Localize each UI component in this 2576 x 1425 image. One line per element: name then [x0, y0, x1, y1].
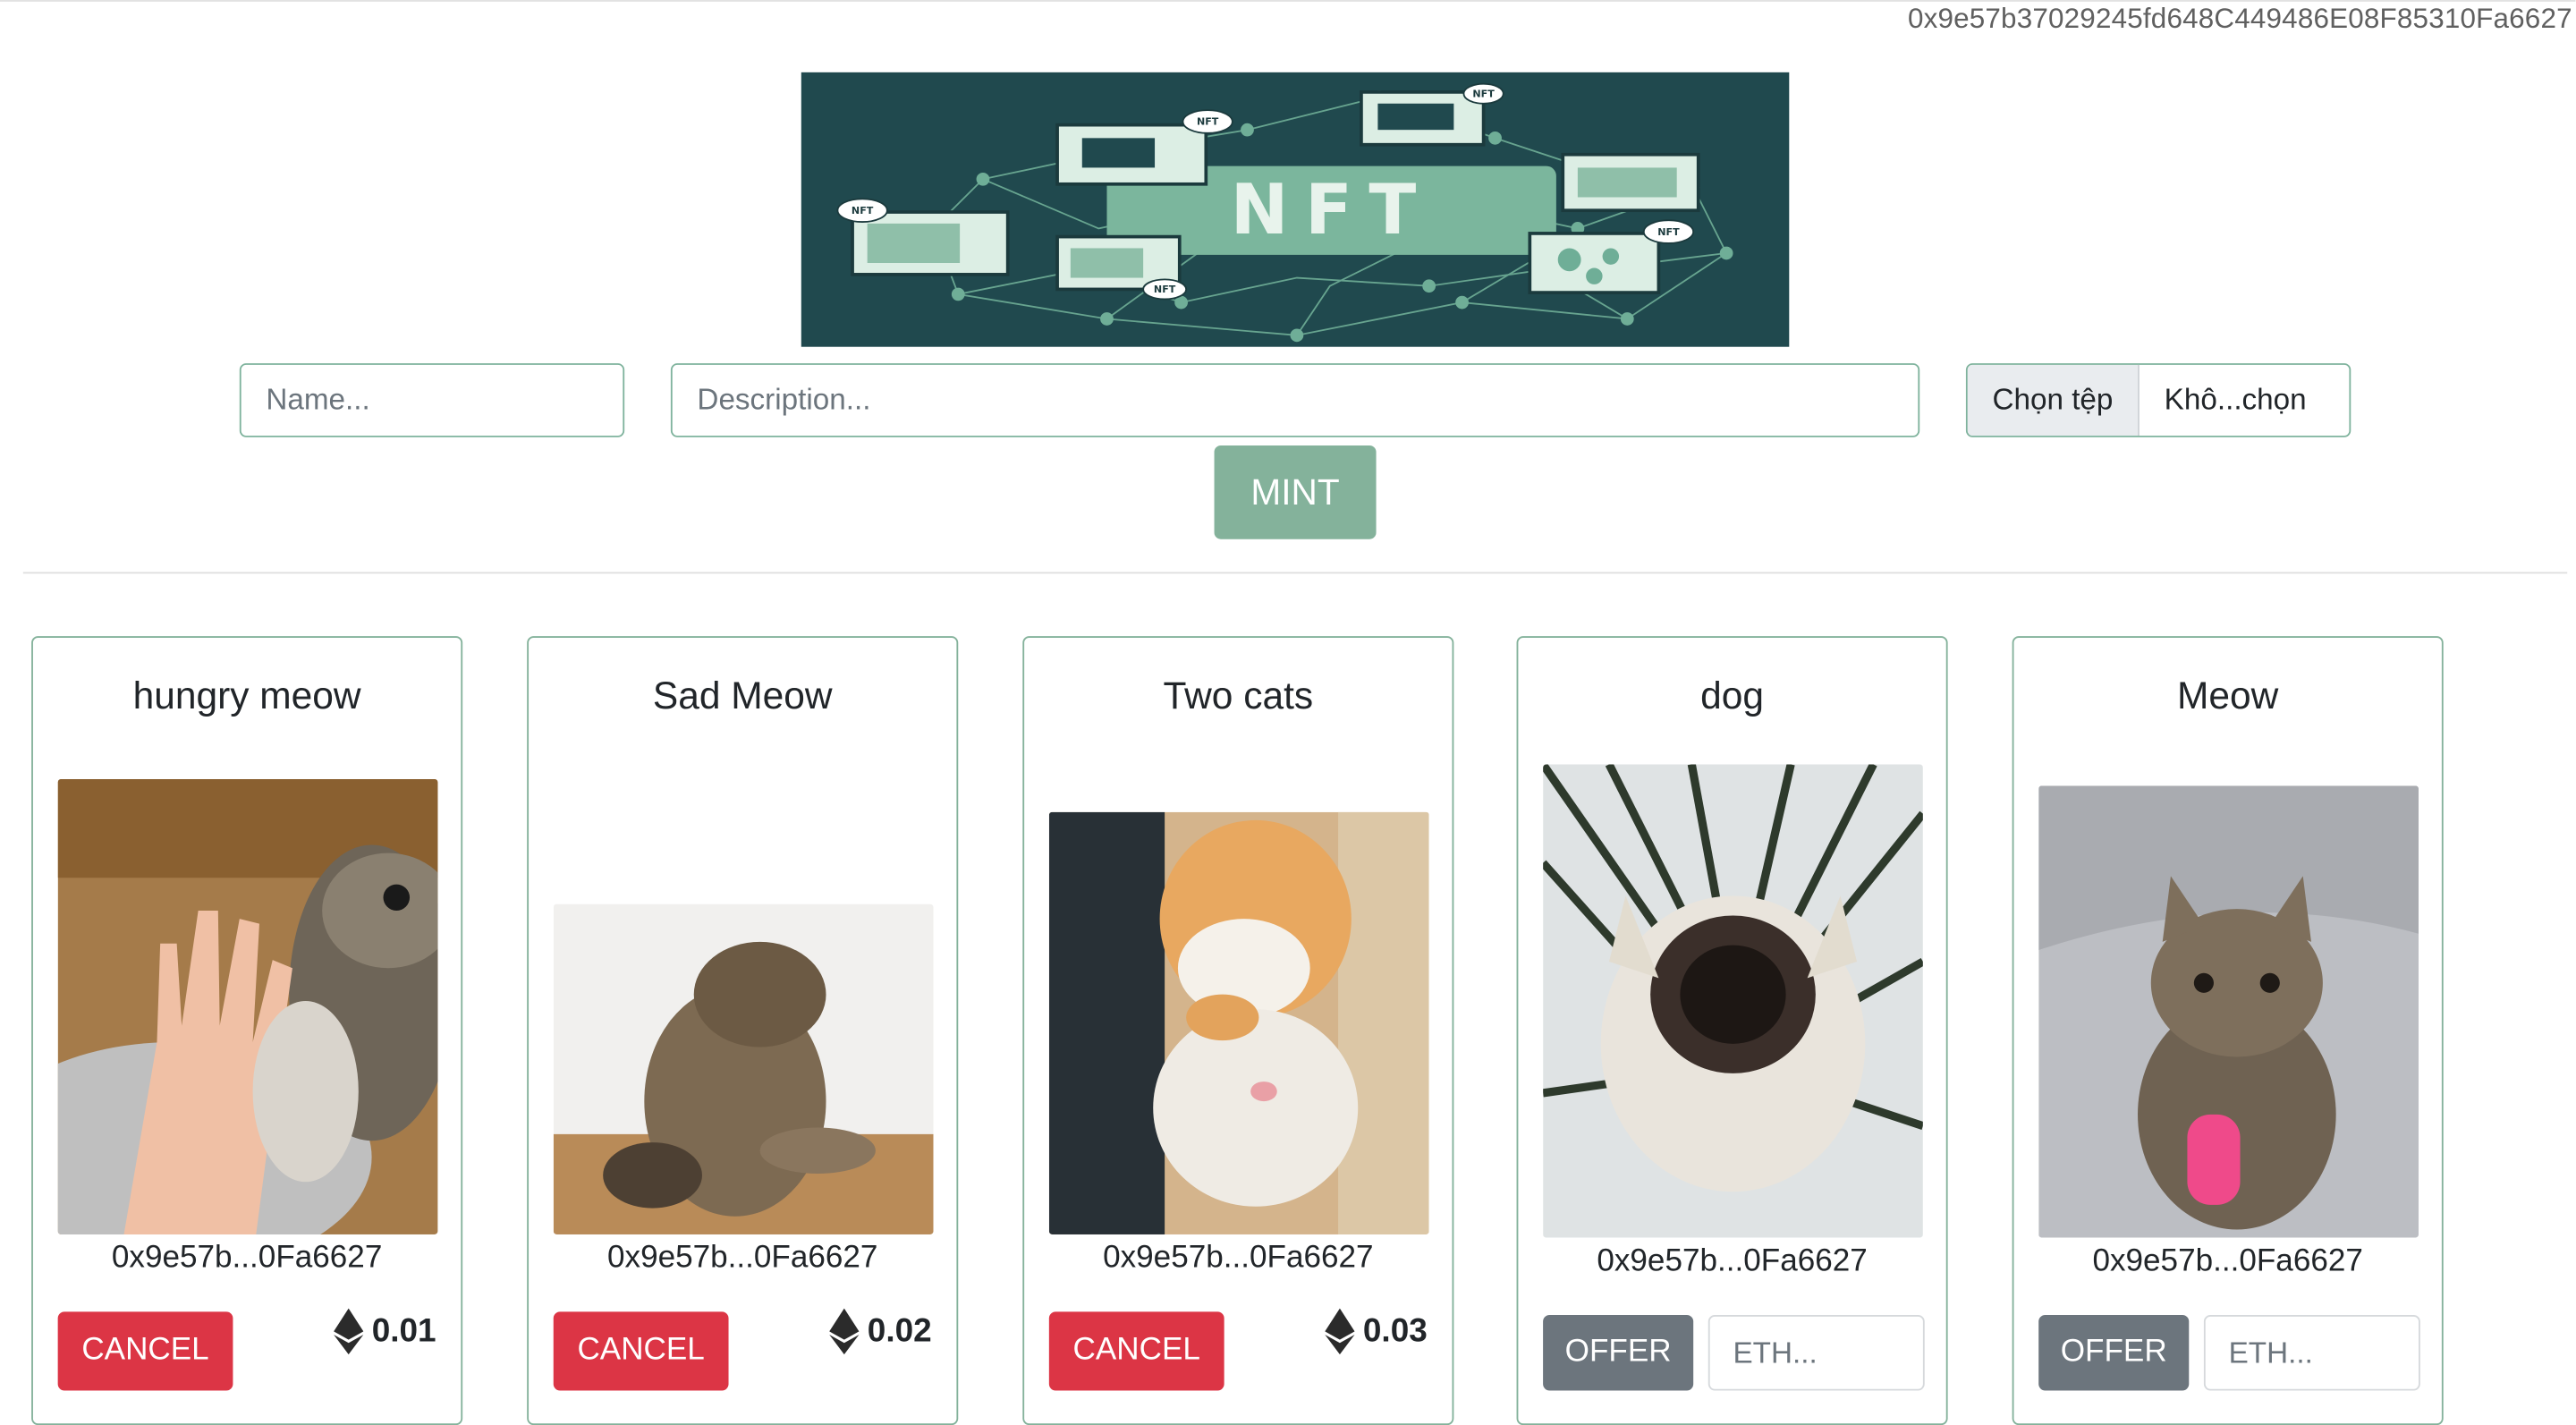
name-input[interactable]: [239, 363, 625, 437]
card-title: dog: [1700, 674, 1765, 717]
card-title: Sad Meow: [652, 674, 833, 717]
description-input[interactable]: [670, 363, 1920, 437]
nft-banner: NFT NFT NFT NFT NFT NFT: [801, 72, 1790, 347]
nft-tag: NFT: [852, 205, 874, 216]
ethereum-icon: [829, 1308, 860, 1355]
nft-card: hungry meow 0x9e57b...0Fa6627 CANCEL 0.0…: [31, 636, 463, 1425]
card-owner: 0x9e57b...0Fa6627: [1597, 1243, 1868, 1279]
price: 0.03: [1325, 1308, 1428, 1355]
price-value: 0.02: [867, 1312, 932, 1349]
banner-nft-text: NFT: [1231, 170, 1433, 250]
price: 0.02: [829, 1308, 932, 1355]
nft-card: Sad Meow 0x9e57b...0Fa6627 CANCEL 0.02: [527, 636, 959, 1425]
kitten-picture: [2038, 785, 2419, 1238]
nft-tag: NFT: [1197, 116, 1219, 128]
offer-button[interactable]: OFFER: [1543, 1315, 1694, 1391]
nft-tag: NFT: [1472, 88, 1495, 99]
cat-hand-picture: [57, 778, 438, 1234]
nft-image[interactable]: [2038, 785, 2419, 1238]
page-root: 0x9e57b37029245fd648C449486E08F85310Fa66…: [0, 0, 2576, 1425]
offer-input[interactable]: [2203, 1315, 2420, 1391]
cancel-button[interactable]: CANCEL: [57, 1311, 233, 1391]
price-value: 0.03: [1362, 1312, 1428, 1349]
file-status: Khô...chọn: [2164, 383, 2307, 416]
nft-card: dog 0x9e57b...0Fa6627 OFFER: [1516, 636, 1948, 1425]
nft-tag: NFT: [1657, 226, 1680, 238]
section-divider: [22, 572, 2568, 574]
card-title: Two cats: [1163, 674, 1314, 717]
choose-file-button[interactable]: Chọn tệp: [1967, 364, 2140, 436]
ethereum-icon: [1325, 1308, 1355, 1355]
card-owner: 0x9e57b...0Fa6627: [1103, 1241, 1374, 1276]
card-owner: 0x9e57b...0Fa6627: [111, 1241, 383, 1276]
top-border: [0, 0, 2576, 2]
card-owner: 0x9e57b...0Fa6627: [2092, 1243, 2363, 1279]
cancel-button[interactable]: CANCEL: [1048, 1311, 1224, 1391]
nft-image[interactable]: [57, 778, 438, 1234]
sad-cat-picture: [553, 903, 934, 1234]
mint-button[interactable]: MINT: [1214, 445, 1377, 539]
nft-image[interactable]: [553, 903, 934, 1234]
offer-input[interactable]: [1707, 1315, 1925, 1391]
price: 0.01: [334, 1308, 436, 1355]
nft-image[interactable]: [1048, 811, 1429, 1234]
card-title: Meow: [2176, 674, 2279, 717]
card-owner: 0x9e57b...0Fa6627: [607, 1241, 878, 1276]
dog-picture: [1543, 764, 1923, 1238]
ethereum-icon: [334, 1308, 364, 1355]
card-title: hungry meow: [132, 674, 361, 717]
price-value: 0.01: [371, 1312, 436, 1349]
two-cats-picture: [1048, 811, 1429, 1234]
cancel-button[interactable]: CANCEL: [553, 1311, 729, 1391]
file-input[interactable]: Chọn tệp Khô...chọn: [1965, 363, 2351, 437]
nft-card: Two cats 0x9e57b...0Fa6627 CANCEL 0.03: [1022, 636, 1454, 1425]
nft-card: Meow 0x9e57b...0Fa6627 OFFER: [2012, 636, 2444, 1425]
offer-button[interactable]: OFFER: [2038, 1315, 2190, 1391]
nft-banner-illustration: NFT NFT NFT NFT NFT NFT: [836, 82, 1733, 343]
nft-tag: NFT: [1154, 284, 1176, 295]
wallet-address: 0x9e57b37029245fd648C449486E08F85310Fa66…: [1907, 3, 2572, 35]
nft-image[interactable]: [1543, 764, 1923, 1238]
